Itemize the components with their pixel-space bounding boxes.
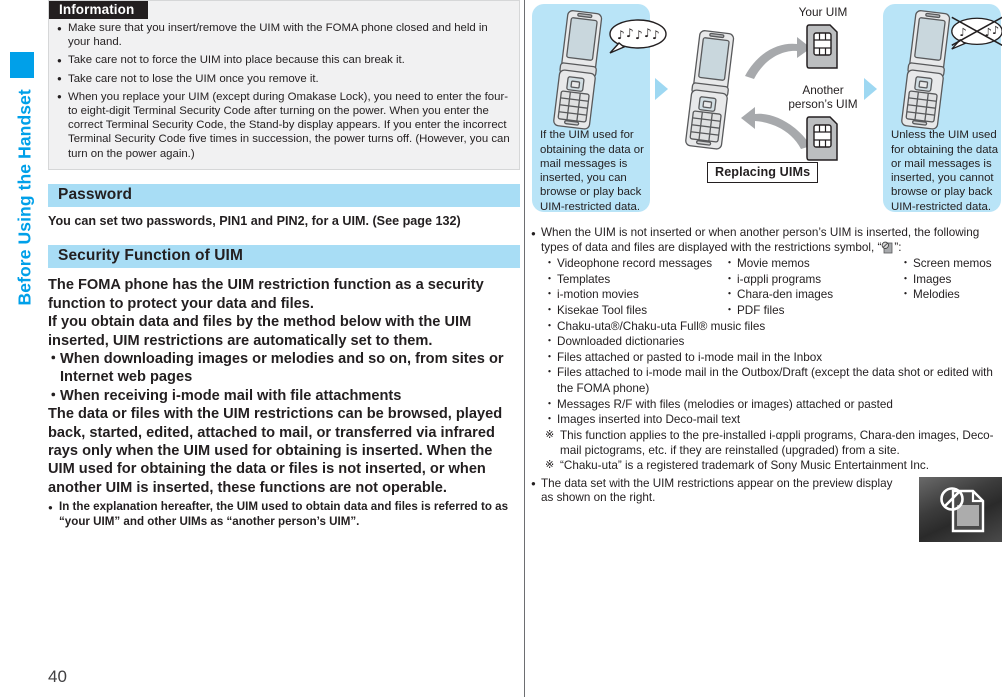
- restricted-list-item: Images inserted into Deco-mail text: [544, 412, 1002, 428]
- figure-left-caption: If the UIM used for obtaining the data o…: [540, 129, 644, 213]
- security-note: In the explanation hereafter, the UIM us…: [48, 500, 520, 529]
- preview-display-note: The data set with the UIM restrictions a…: [531, 476, 896, 506]
- restrictions-intro-part2: ”:: [894, 240, 902, 254]
- restricted-list-item: Files attached to i-mode mail in the Out…: [544, 365, 1002, 396]
- restricted-list-item: Downloaded dictionaries: [544, 334, 1002, 350]
- footnote: “Chaku-uta” is a registered trademark of…: [545, 458, 1002, 473]
- list-item: Take care not to force the UIM into plac…: [57, 53, 511, 68]
- flow-arrow-icon: [655, 78, 668, 100]
- arrow-insert-uim-icon: [741, 107, 811, 149]
- manual-page: Before Using the Handset Information Mak…: [0, 0, 1002, 697]
- other-uim-label: Another person’s UIM: [769, 83, 877, 111]
- restrictions-intro-part1: When the UIM is not inserted or when ano…: [541, 226, 980, 254]
- grid-item: Movie memos: [724, 256, 901, 272]
- grid-item: Kisekae Tool files: [544, 303, 725, 319]
- restrictions-symbol-intro: When the UIM is not inserted or when ano…: [531, 225, 1002, 255]
- grid-item: i-αppli programs: [724, 272, 901, 288]
- restriction-symbol-icon: [881, 241, 894, 254]
- svg-text:♪: ♪: [626, 26, 634, 40]
- your-uim-label: Your UIM: [798, 5, 848, 19]
- uim-card-other-icon: [806, 116, 838, 161]
- grid-item: Templates: [544, 272, 725, 288]
- security-dash-item: When downloading images or melodies and …: [46, 350, 520, 387]
- column-divider: [524, 0, 525, 697]
- grid-item: Screen memos: [900, 256, 1002, 272]
- page-number: 40: [48, 667, 67, 686]
- preview-display-thumbnail: [919, 476, 1002, 542]
- security-para-2: If you obtain data and files by the meth…: [48, 314, 472, 349]
- replacing-uims-label: Replacing UIMs: [707, 162, 819, 183]
- svg-text:♪: ♪: [635, 28, 643, 42]
- list-item: When you replace your UIM (except during…: [57, 89, 511, 161]
- side-tab-label: Before Using the Handset: [14, 89, 35, 306]
- right-column: If the UIM used for obtaining the data o…: [531, 0, 1002, 697]
- flow-arrow-icon: [864, 78, 877, 100]
- information-box: Information Make sure that you insert/re…: [48, 0, 520, 170]
- restricted-list-item: Files attached or pasted to i-mode mail …: [544, 350, 1002, 366]
- phone-illustration-left: [553, 10, 603, 130]
- grid-item-empty: [901, 303, 1002, 319]
- svg-text:♪: ♪: [617, 28, 625, 42]
- list-item: Make sure that you insert/remove the UIM…: [57, 20, 511, 49]
- grid-item: Images: [900, 272, 1002, 288]
- left-column: Information Make sure that you insert/re…: [46, 0, 520, 697]
- replacing-uims-figure: If the UIM used for obtaining the data o…: [531, 0, 1002, 222]
- grid-item: Videophone record messages: [544, 256, 725, 272]
- restricted-file-icon: [940, 486, 985, 532]
- password-body: You can set two passwords, PIN1 and PIN2…: [48, 213, 461, 228]
- security-dash-item: When receiving i-mode mail with file att…: [46, 387, 520, 406]
- grid-item: Melodies: [900, 287, 1002, 303]
- figure-right-caption: Unless the UIM used for obtaining the da…: [891, 129, 999, 213]
- uim-card-your-icon: [806, 24, 838, 69]
- grid-item: Chara-den images: [724, 287, 901, 303]
- security-para-3: The data or files with the UIM restricti…: [48, 406, 503, 496]
- information-list: Make sure that you insert/remove the UIM…: [57, 20, 511, 161]
- restricted-types-grid: Videophone record messages Movie memos S…: [544, 256, 1002, 319]
- side-tab: Before Using the Handset: [0, 0, 40, 697]
- music-blocked-speech-bubble-icon: ♪ ♪ ♪: [951, 16, 1002, 50]
- section-header-security: Security Function of UIM: [48, 245, 520, 269]
- restricted-list-item: Chaku-uta®/Chaku-uta Full® music files: [544, 319, 1002, 335]
- grid-item: i-motion movies: [544, 287, 725, 303]
- music-speech-bubble-icon: ♪ ♪ ♪ ♪ ♪: [609, 19, 667, 54]
- arrow-eject-uim-icon: [745, 37, 811, 79]
- phone-illustration-center: [685, 30, 735, 150]
- list-item: Take care not to lose the UIM once you r…: [57, 71, 511, 86]
- svg-text:♪: ♪: [644, 26, 652, 40]
- other-uim-label-line2: person’s UIM: [788, 96, 858, 111]
- section-header-password: Password: [48, 183, 520, 207]
- svg-text:♪: ♪: [992, 24, 999, 37]
- footnote: This function applies to the pre-install…: [545, 428, 1002, 458]
- restricted-list-item: Messages R/F with files (melodies or ima…: [544, 397, 1002, 413]
- svg-text:♪: ♪: [652, 28, 660, 42]
- security-para-1: The FOMA phone has the UIM restriction f…: [48, 277, 484, 312]
- other-uim-label-line1: Another: [802, 83, 844, 97]
- grid-item: PDF files: [724, 303, 901, 319]
- information-title: Information: [49, 1, 149, 19]
